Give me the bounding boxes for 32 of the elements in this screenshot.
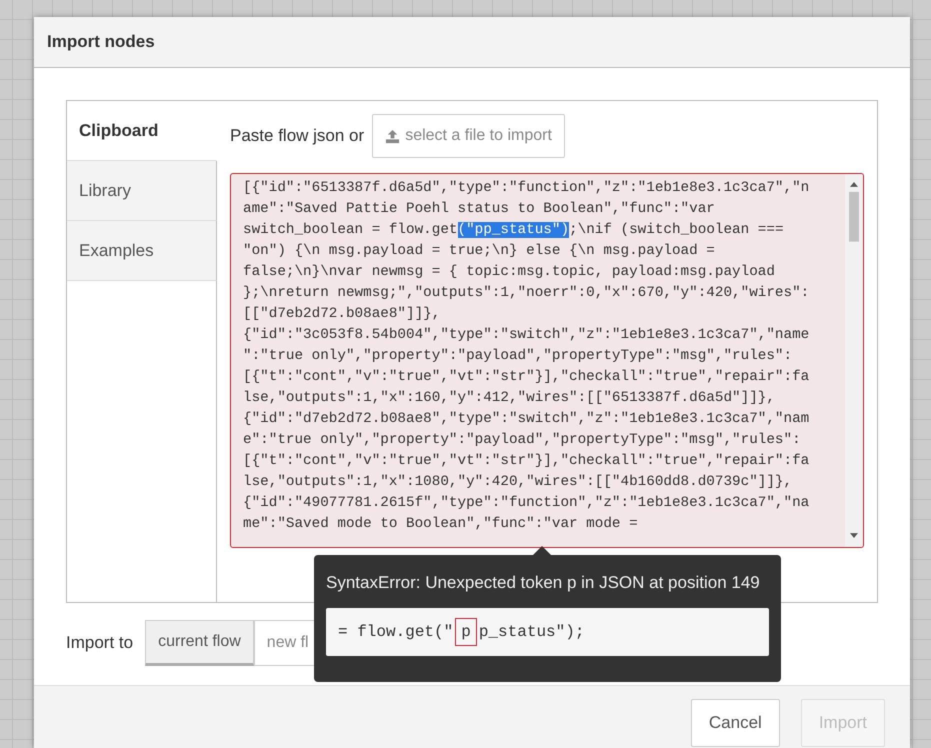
code-line: lse,"outputs":1,"x":160,"y":412,"wires":[["6513387f.d6a5d"]]}, — [243, 389, 776, 408]
code-line: [["d7eb2d72.b08ae8"]]}, — [243, 305, 442, 324]
code-line: lse,"outputs":1,"x":1080,"y":420,"wires":[["4b160dd8.d0739c"]]}, — [243, 473, 794, 492]
tab[interactable]: Clipboard — [67, 101, 217, 161]
error-excerpt: = flow.get(" p p_status"); — [326, 608, 769, 656]
code-line: [{"id":"6513387f.d6a5d","type":"function","z":"1eb1e8e3.1c3ca7","n — [243, 179, 810, 198]
code-line: ":"true only","property":"payload","propertyType":"msg","rules": — [243, 347, 794, 366]
upload-icon — [385, 128, 400, 144]
code-line: ame":"Saved Pattie Poehl status to Boolean","func":"var — [243, 200, 716, 219]
code-line: {"id":"49077781.2615f","type":"function","z":"1eb1e8e3.1c3ca7","na — [243, 494, 810, 513]
prompt-label: Paste flow json or — [230, 125, 364, 148]
code-line: switch_boolean = flow.get("pp_status");\nif (switch_boolean === — [243, 221, 785, 240]
code-line: };\nreturn newmsg;","outputs":1,"noerr":0,"x":670,"y":420,"wires": — [243, 284, 810, 303]
import-target-option[interactable]: current flow — [145, 620, 254, 666]
error-message: SyntaxError: Unexpected token p in JSON at position 149 — [326, 572, 761, 594]
code-line: [{"t":"cont","v":"true","vt":"str"}],"checkall":"true","repair":fa — [243, 368, 810, 387]
code-line: [{"t":"cont","v":"true","vt":"str"}],"checkall":"true","repair":fa — [243, 452, 810, 471]
tab[interactable]: Library — [67, 161, 217, 221]
code-line: "on") {\n msg.payload = true;\n} else {\n msg.payload = — [243, 242, 716, 261]
code-line: {"id":"d7eb2d72.b08ae8","type":"switch","z":"1eb1e8e3.1c3ca7","nam — [243, 410, 810, 429]
error-token-marker: p — [455, 618, 477, 646]
code-line: me":"Saved mode to Boolean","func":"var mode = — [243, 515, 639, 534]
code-line: {"id":"3c053f8.54b004","type":"switch","z":"1eb1e8e3.1c3ca7","name — [243, 326, 810, 345]
code-line: e":"true only","property":"payload","propertyType":"msg","rules": — [243, 431, 802, 450]
dialog-title: Import nodes — [47, 31, 155, 54]
import-to-label: Import to — [66, 632, 134, 654]
tab[interactable]: Examples — [67, 221, 217, 281]
scrollbar[interactable] — [845, 174, 863, 547]
code-line: false;\n}\nvar newmsg = { topic:msg.topic, payload:msg.payload — [243, 263, 776, 282]
dialog-button[interactable]: Cancel — [690, 699, 780, 746]
json-editor[interactable] — [230, 173, 864, 548]
file-import-button[interactable]: select a file to import — [372, 114, 565, 158]
